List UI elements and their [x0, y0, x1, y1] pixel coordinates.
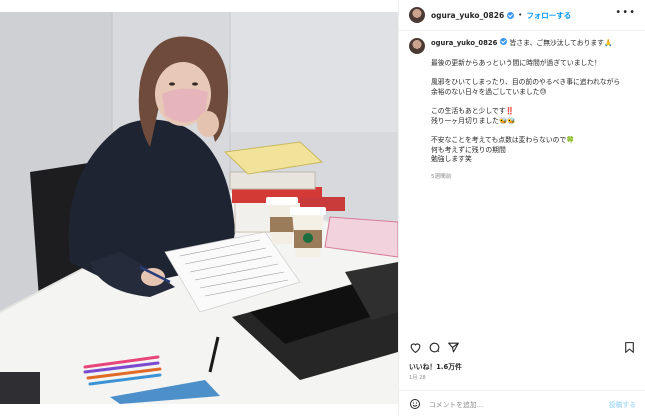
instagram-post-view: ogura_yuko_0826 • フォローする ••• ogura_yuko_…: [0, 0, 645, 416]
post-date: 1月 28: [409, 375, 426, 381]
comment-input[interactable]: コメントを追加...: [429, 399, 609, 409]
share-icon[interactable]: [447, 341, 460, 354]
post-photo-illustration: [0, 12, 398, 404]
header-username[interactable]: ogura_yuko_0826: [431, 11, 504, 20]
verified-badge-icon: [500, 38, 508, 45]
caption-avatar[interactable]: [409, 38, 425, 54]
post-comment-button[interactable]: 投稿する: [609, 399, 636, 409]
caption-line-4: この生活もあと少しです‼️ 残り一ヶ月切りました🐝🐝: [431, 107, 516, 125]
comment-bar: コメントを追加... 投稿する: [399, 390, 645, 417]
follow-button[interactable]: フォローする: [526, 10, 571, 21]
caption-line-3: 風邪をひいてしまったり、目の前のやるべき事に追われながら 余裕のない日々を過ごし…: [431, 78, 621, 96]
caption-time-ago: 5週間前: [431, 173, 452, 180]
post-sidebar: ogura_yuko_0826 • フォローする ••• ogura_yuko_…: [398, 0, 645, 416]
like-count[interactable]: いいね！1.6万件: [409, 361, 462, 371]
avatar[interactable]: [409, 7, 425, 23]
heart-icon[interactable]: [409, 341, 422, 354]
more-options-icon[interactable]: •••: [615, 8, 636, 18]
action-bar: [399, 338, 645, 356]
caption: ogura_yuko_0826 皆さま、ご無沙汰しております🙏 最後の更新からあ…: [409, 38, 637, 182]
caption-line-5: 不安なことを考えても点数は変わらないので🍀 何も考えずに残りの期間 勉強します笑: [431, 136, 575, 163]
caption-line-1: 皆さま、ご無沙汰しております🙏: [509, 39, 613, 47]
caption-username[interactable]: ogura_yuko_0826: [431, 39, 497, 47]
bookmark-icon[interactable]: [623, 341, 636, 354]
post-photo: [0, 12, 398, 404]
header-separator: •: [518, 11, 523, 19]
comment-icon[interactable]: [428, 341, 441, 354]
verified-badge-icon: [507, 11, 515, 19]
caption-line-2: 最後の更新からあっという間に時間が過ぎていました！: [431, 58, 601, 67]
emoji-icon[interactable]: [409, 398, 421, 410]
post-header: ogura_yuko_0826 • フォローする •••: [399, 0, 645, 31]
caption-body: ogura_yuko_0826 皆さま、ご無沙汰しております🙏 最後の更新からあ…: [431, 38, 631, 182]
